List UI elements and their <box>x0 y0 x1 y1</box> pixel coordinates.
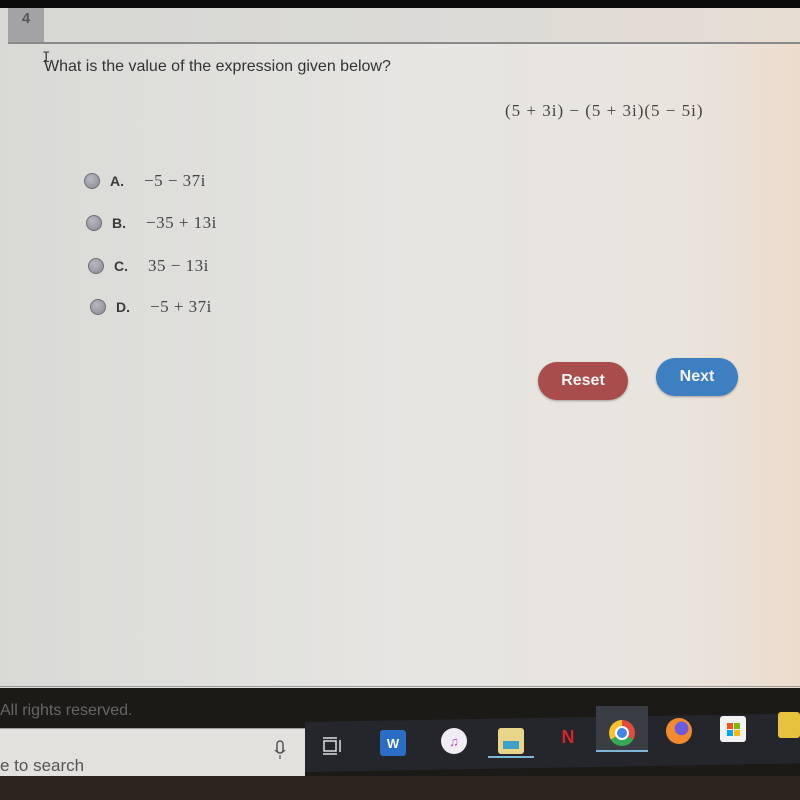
radio-button-c[interactable] <box>88 258 104 274</box>
microphone-icon[interactable] <box>274 740 286 760</box>
radio-button-b[interactable] <box>86 215 102 231</box>
copyright-text: All rights reserved. <box>0 702 133 719</box>
running-indicator <box>596 750 648 752</box>
question-prompt: What is the value of the expression give… <box>44 58 391 75</box>
choice-d[interactable]: D. −5 + 37i <box>90 296 212 318</box>
monitor-bezel <box>0 776 800 800</box>
next-button[interactable]: Next <box>656 358 738 396</box>
choice-value: −5 + 37i <box>150 297 212 316</box>
word-icon[interactable]: W <box>380 730 406 756</box>
choice-letter: C. <box>114 258 128 274</box>
radio-button-a[interactable] <box>84 173 100 189</box>
itunes-icon[interactable]: ♫ <box>441 728 467 754</box>
running-indicator <box>488 756 534 758</box>
choice-value: 35 − 13i <box>148 256 209 275</box>
firefox-icon[interactable] <box>666 718 692 744</box>
task-view-icon[interactable] <box>322 736 344 756</box>
choice-b[interactable]: B. −35 + 13i <box>86 212 217 234</box>
store-icon[interactable] <box>720 716 746 742</box>
choice-letter: B. <box>112 215 126 231</box>
choice-value: −5 − 37i <box>144 171 206 190</box>
screen-top-edge <box>0 0 800 8</box>
choice-a[interactable]: A. −5 − 37i <box>84 170 206 192</box>
choice-letter: D. <box>116 299 130 315</box>
question-number: 4 <box>8 8 44 42</box>
netflix-icon[interactable]: N <box>555 724 581 750</box>
file-explorer-icon[interactable] <box>498 728 524 754</box>
question-expression: (5 + 3i) − (5 + 3i)(5 − 5i) <box>505 101 704 120</box>
choice-letter: A. <box>110 173 124 189</box>
reset-button[interactable]: Reset <box>538 362 628 400</box>
footer-divider <box>0 686 800 687</box>
sticky-notes-icon[interactable] <box>778 712 800 738</box>
taskbar-search-input[interactable]: e to search <box>0 756 84 776</box>
chrome-icon[interactable] <box>609 720 635 746</box>
choice-value: −35 + 13i <box>146 213 217 232</box>
radio-button-d[interactable] <box>90 299 106 315</box>
choice-c[interactable]: C. 35 − 13i <box>88 255 209 277</box>
question-header: 4 <box>8 8 800 44</box>
